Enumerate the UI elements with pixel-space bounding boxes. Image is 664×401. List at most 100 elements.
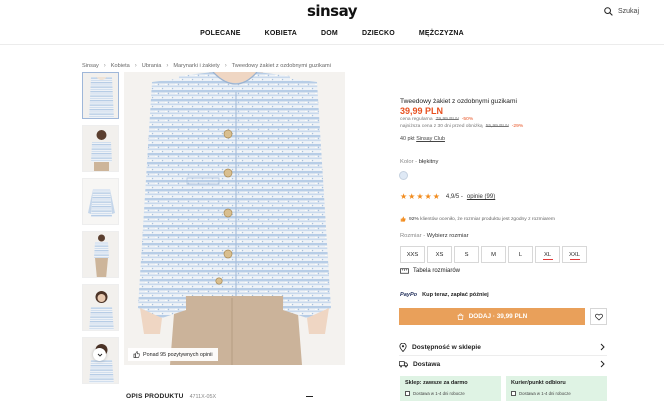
- delivery-option-detail-row: Dostawa w 1-4 dni robocze: [405, 391, 496, 396]
- size-options: XXS XS S M L XL XXL: [400, 246, 587, 263]
- regular-price-row: cena regularna 79,99 PLN -50%: [400, 117, 473, 122]
- size-fit-info: 92% klientów oceniło, że rozmiar produkt…: [400, 216, 555, 222]
- lowest-discount: -29%: [511, 124, 524, 129]
- collapse-icon[interactable]: [306, 396, 313, 397]
- nav-item-polecane[interactable]: POLECANE: [200, 30, 241, 37]
- chevron-right-icon: ›: [134, 63, 137, 69]
- regular-discount: -50%: [461, 117, 474, 122]
- thumbnail-image[interactable]: [82, 72, 119, 119]
- color-swatch-blue[interactable]: [399, 171, 408, 180]
- delivery-link[interactable]: Dostawa: [399, 357, 607, 371]
- size-table-link[interactable]: Tabela rozmiarów: [400, 268, 460, 274]
- product-title: Tweedowy żakiet z ozdobnymi guzikami: [400, 98, 517, 105]
- delivery-option-store: Sklep: zawsze za darmo Dostawa w 1-4 dni…: [400, 376, 501, 401]
- breadcrumb-item[interactable]: Marynarki i żakiety: [173, 63, 219, 69]
- search-box[interactable]: Szukaj: [604, 7, 639, 16]
- search-icon: [604, 7, 613, 16]
- chevron-right-icon: [600, 360, 605, 368]
- nav-item-kobieta[interactable]: KOBIETA: [265, 30, 297, 37]
- chevron-right-icon: ›: [103, 63, 106, 69]
- description-title: OPIS PRODUKTU: [126, 393, 184, 400]
- low-stock-indicator: [570, 258, 580, 260]
- size-option-xxs[interactable]: XXS: [400, 246, 425, 263]
- rating-row: ★ ★ ★ ★ ★ 4,9/5 - opinie (99): [400, 193, 495, 201]
- lowest-price: 55,99 PLN: [485, 124, 509, 129]
- chevron-right-icon: [600, 343, 605, 351]
- size-value: Wybierz rozmiar: [426, 233, 469, 239]
- product-description-header[interactable]: OPIS PRODUKTU 4711X-05X: [126, 393, 216, 400]
- thumbnail-image[interactable]: [82, 284, 119, 331]
- store-availability-label: Dostępność w sklepie: [412, 343, 481, 351]
- size-selection-label: Rozmiar - Wybierz rozmiar: [400, 233, 469, 239]
- nav-item-dom[interactable]: DOM: [321, 30, 338, 37]
- delivery-option-title: Sklep: zawsze za darmo: [405, 380, 468, 386]
- nav-item-dziecko[interactable]: DZIECKO: [362, 30, 395, 37]
- main-product-image[interactable]: [124, 72, 345, 365]
- chevron-down-icon: [97, 353, 102, 357]
- delivery-label: Dostawa: [413, 360, 441, 368]
- size-option-l[interactable]: L: [508, 246, 533, 263]
- size-option-xl[interactable]: XL: [535, 246, 560, 263]
- fit-text: klientów oceniło, że rozmiar produktu je…: [420, 216, 555, 222]
- delivery-option-detail: Dostawa w 1-4 dni robocze: [519, 391, 571, 396]
- breadcrumb-item[interactable]: Kobieta: [111, 63, 130, 69]
- rating-value: 4,9/5 -: [445, 194, 463, 200]
- positive-reviews-badge[interactable]: Ponad 95 pozytywnych opinii: [128, 348, 218, 361]
- size-option-s[interactable]: S: [454, 246, 479, 263]
- paypo-text: Kup teraz, zapłać później: [422, 292, 489, 298]
- thumbnail-image[interactable]: [82, 178, 119, 225]
- heart-icon: [594, 313, 603, 321]
- product-code: 4711X-05X: [189, 393, 217, 400]
- nav-divider: [0, 44, 664, 45]
- delivery-option-courier: Kurier/punkt odbioru Dostawa w 1-4 dni r…: [506, 376, 607, 401]
- size-xxl-label: XXL: [569, 251, 580, 258]
- paypo-info: PayPo Kup teraz, zapłać później: [400, 292, 489, 298]
- sinsay-club-link[interactable]: Sinsay Club: [416, 136, 445, 142]
- ruler-icon: [400, 268, 409, 274]
- delivery-option-detail-row: Dostawa w 1-4 dni robocze: [511, 391, 602, 396]
- regular-price: 79,99 PLN: [435, 117, 459, 122]
- search-label: Szukaj: [618, 8, 640, 15]
- store-availability-link[interactable]: Dostępność w sklepie: [399, 340, 607, 354]
- thumbnail-image[interactable]: [82, 231, 119, 278]
- breadcrumb: Sinsay › Kobieta › Ubrania › Marynarki i…: [82, 63, 331, 69]
- size-label: Rozmiar -: [400, 233, 426, 239]
- size-option-xxl[interactable]: XXL: [562, 246, 587, 263]
- bag-icon: [457, 313, 464, 320]
- reviews-link[interactable]: opinie (99): [467, 194, 495, 200]
- points-value: 40 pkt: [400, 136, 415, 142]
- regular-price-label: cena regularna: [400, 117, 433, 122]
- wishlist-button[interactable]: [590, 308, 607, 325]
- lowest-price-label: najniższa cena z 30 dni przed obniżką: [400, 124, 483, 129]
- thumbnail-image[interactable]: [82, 125, 119, 172]
- main-nav: POLECANE KOBIETA DOM DZIECKO MĘŻCZYZNA: [0, 30, 664, 37]
- low-stock-indicator: [543, 258, 553, 260]
- thumbs-up-icon: [133, 351, 140, 358]
- thumbnail-scroll-down-button[interactable]: [93, 348, 106, 361]
- delivery-option-title: Kurier/punkt odbioru: [511, 380, 566, 386]
- size-option-m[interactable]: M: [481, 246, 506, 263]
- breadcrumb-item[interactable]: Ubrania: [142, 63, 162, 69]
- breadcrumb-item[interactable]: Sinsay: [82, 63, 99, 69]
- paypo-logo: PayPo: [400, 292, 418, 298]
- color-label: Kolor -: [400, 159, 418, 165]
- sinsay-logo[interactable]: sinsay: [0, 2, 664, 20]
- star-icon: ★: [432, 192, 440, 201]
- delivery-option-detail: Dostawa w 1-4 dni robocze: [413, 391, 465, 396]
- size-table-label: Tabela rozmiarów: [413, 268, 461, 274]
- nav-item-mezczyzna[interactable]: MĘŻCZYZNA: [419, 30, 464, 37]
- truck-icon: [399, 360, 408, 367]
- add-to-cart-button[interactable]: DODAJ · 39,99 PLN: [399, 308, 585, 325]
- size-option-xs[interactable]: XS: [427, 246, 452, 263]
- product-price: 39,99 PLN: [400, 106, 444, 116]
- divider: [399, 355, 607, 356]
- positive-reviews-text: Ponad 95 pozytywnych opinii: [143, 351, 213, 358]
- star-icon: ★: [408, 192, 416, 201]
- club-points: 40 pkt Sinsay Club: [400, 136, 445, 142]
- checkbox-icon: [511, 391, 516, 396]
- color-selection-label: Kolor - błękitny: [400, 159, 438, 165]
- breadcrumb-current: Tweedowy żakiet z ozdobnymi guzikami: [231, 63, 331, 69]
- location-pin-icon: [399, 342, 407, 352]
- star-icon: ★: [400, 192, 408, 201]
- star-icon: ★: [416, 192, 424, 201]
